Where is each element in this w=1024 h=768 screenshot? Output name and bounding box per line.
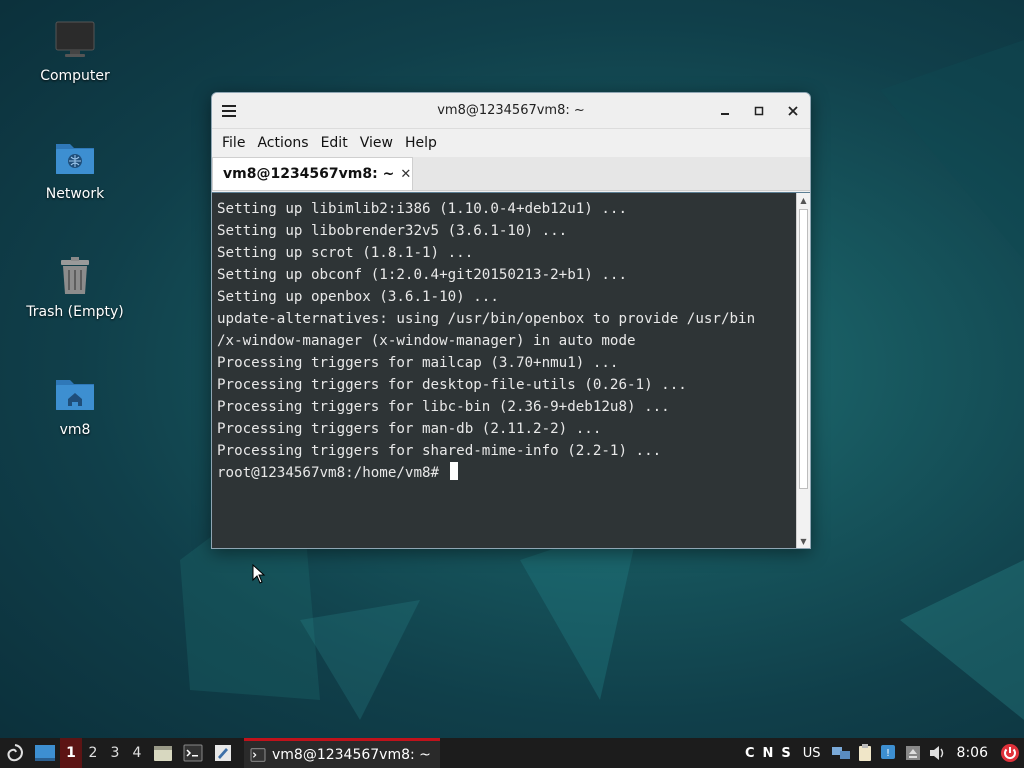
network-folder-icon	[53, 136, 97, 180]
desktop-icon-label: vm8	[59, 422, 91, 438]
desktop-icon-label: Network	[45, 186, 105, 202]
notification-icon[interactable]: !	[877, 744, 901, 762]
taskbar-task-terminal[interactable]: vm8@1234567vm8: ~	[244, 738, 440, 768]
menu-edit[interactable]: Edit	[315, 135, 354, 151]
terminal-icon	[250, 747, 266, 762]
window-titlebar[interactable]: vm8@1234567vm8: ~	[212, 93, 810, 129]
minimize-icon	[721, 112, 729, 115]
power-icon[interactable]	[996, 743, 1024, 763]
desktop-icon-computer[interactable]: Computer	[15, 18, 135, 84]
hamburger-menu-icon[interactable]	[212, 93, 246, 129]
desktop-icon-trash[interactable]: Trash (Empty)	[15, 254, 135, 320]
terminal-line: Processing triggers for man-db (2.11.2-2…	[217, 421, 602, 437]
tab-label: vm8@1234567vm8: ~	[223, 166, 395, 182]
close-icon	[788, 105, 798, 116]
text-editor-launcher[interactable]	[208, 738, 238, 768]
svg-text:!: !	[886, 748, 890, 759]
menubar: File Actions Edit View Help	[212, 129, 810, 157]
file-manager-launcher[interactable]	[148, 738, 178, 768]
desktop-icon-label: Computer	[40, 68, 110, 84]
workspace-3[interactable]: 3	[104, 738, 126, 768]
maximize-button[interactable]	[742, 96, 776, 126]
desktop-icon-home[interactable]: vm8	[15, 372, 135, 438]
start-menu-button[interactable]	[0, 738, 30, 768]
terminal-line: Processing triggers for libc-bin (2.36-9…	[217, 399, 670, 415]
monitor-icon	[53, 18, 97, 62]
close-button[interactable]	[776, 96, 810, 126]
task-label: vm8@1234567vm8: ~	[272, 746, 431, 763]
tab-bar: vm8@1234567vm8: ~ ✕	[212, 157, 810, 191]
network-icon[interactable]	[829, 745, 853, 761]
terminal-line: Processing triggers for shared-mime-info…	[217, 443, 662, 459]
menu-help[interactable]: Help	[399, 135, 443, 151]
menu-actions[interactable]: Actions	[251, 135, 314, 151]
terminal-line: Setting up openbox (3.6.1-10) ...	[217, 289, 499, 305]
tab-close-icon[interactable]: ✕	[400, 167, 411, 182]
terminal-line: Setting up libimlib2:i386 (1.10.0-4+deb1…	[217, 201, 627, 217]
scrollbar-thumb[interactable]	[799, 209, 808, 489]
terminal-line: update-alternatives: using /usr/bin/open…	[217, 311, 756, 327]
terminal-prompt: root@1234567vm8:/home/vm8#	[217, 465, 448, 481]
workspace-1[interactable]: 1	[60, 738, 82, 768]
terminal-line: Processing triggers for mailcap (3.70+nm…	[217, 355, 619, 371]
terminal-line: Processing triggers for desktop-file-uti…	[217, 377, 687, 393]
terminal-line: Setting up scrot (1.8.1-1) ...	[217, 245, 474, 261]
desktop-icon-network[interactable]: Network	[15, 136, 135, 202]
clock[interactable]: 8:06	[949, 745, 996, 761]
volume-icon[interactable]	[925, 745, 949, 761]
eject-icon[interactable]	[901, 745, 925, 761]
trash-icon	[53, 254, 97, 298]
workspace-4[interactable]: 4	[126, 738, 148, 768]
debian-menu-icon	[7, 744, 24, 762]
terminal-line: Setting up libobrender32v5 (3.6.1-10) ..…	[217, 223, 568, 239]
workspace-2[interactable]: 2	[82, 738, 104, 768]
menu-file[interactable]: File	[216, 135, 251, 151]
desktop-icon-label: Trash (Empty)	[26, 304, 124, 320]
home-folder-icon	[53, 372, 97, 416]
terminal-scrollbar[interactable]: ▲ ▼	[796, 193, 810, 548]
menu-view[interactable]: View	[354, 135, 399, 151]
file-manager-icon	[154, 746, 172, 761]
caps-lock-indicator: C	[744, 745, 755, 761]
scroll-lock-indicator: S	[781, 745, 791, 761]
terminal-line: /x-window-manager (x-window-manager) in …	[217, 333, 636, 349]
terminal-launcher[interactable]	[178, 738, 208, 768]
text-editor-icon	[215, 745, 231, 761]
scroll-down-icon[interactable]: ▼	[797, 534, 810, 548]
terminal-window[interactable]: vm8@1234567vm8: ~ File Actions Edit View…	[211, 92, 811, 549]
terminal-icon	[183, 744, 203, 762]
desktop-icon	[35, 745, 55, 761]
taskbar: 1 2 3 4 vm8@1234567vm8: ~ C N S US ! 8:0…	[0, 738, 1024, 768]
tab-terminal[interactable]: vm8@1234567vm8: ~ ✕	[212, 157, 413, 190]
terminal-output[interactable]: Setting up libimlib2:i386 (1.10.0-4+deb1…	[212, 193, 796, 548]
num-lock-indicator: N	[762, 745, 774, 761]
terminal-line: Setting up obconf (1:2.0.4+git20150213-2…	[217, 267, 627, 283]
scroll-up-icon[interactable]: ▲	[797, 193, 810, 207]
show-desktop-button[interactable]	[30, 738, 60, 768]
terminal-prompt-line: root@1234567vm8:/home/vm8#	[217, 462, 796, 484]
minimize-button[interactable]	[708, 96, 742, 126]
keyboard-layout[interactable]: US	[795, 746, 829, 761]
maximize-icon	[754, 106, 764, 115]
mouse-pointer-icon	[252, 564, 266, 584]
system-tray: C N S US ! 8:06	[741, 738, 1024, 768]
clipboard-icon[interactable]	[853, 744, 877, 762]
terminal-cursor	[449, 462, 458, 480]
